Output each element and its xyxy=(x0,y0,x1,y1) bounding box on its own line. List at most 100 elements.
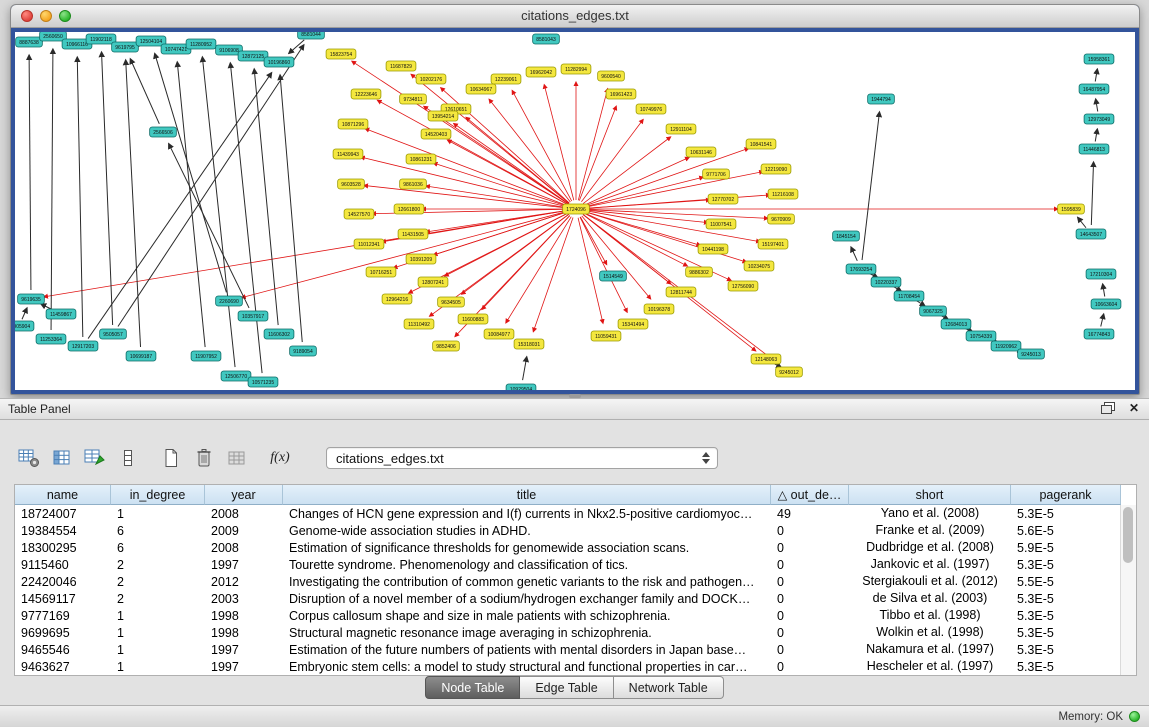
table-row[interactable]: 1872400712008Changes of HCN gene express… xyxy=(15,505,1136,522)
graph-node[interactable]: 12973049 xyxy=(1084,114,1114,124)
graph-node[interactable]: 10754339 xyxy=(966,331,996,341)
graph-edge[interactable] xyxy=(1096,99,1098,112)
graph-node[interactable]: 9603528 xyxy=(338,179,365,189)
graph-node[interactable]: 12964216 xyxy=(382,294,412,304)
graph-edge[interactable] xyxy=(289,40,304,54)
graph-edge[interactable] xyxy=(512,90,572,201)
graph-edge[interactable] xyxy=(582,216,651,299)
graph-node[interactable]: 1845154 xyxy=(833,231,860,241)
graph-edge[interactable] xyxy=(102,52,113,325)
graph-edge[interactable] xyxy=(155,53,227,292)
graph-node[interactable]: 10441198 xyxy=(698,244,728,254)
graph-edge[interactable] xyxy=(365,129,567,206)
graph-node[interactable]: 15318031 xyxy=(514,339,544,349)
table-selector-dropdown[interactable]: citations_edges.txt xyxy=(326,447,718,469)
graph-node[interactable]: 1514549 xyxy=(600,271,627,281)
graph-node[interactable]: 10196378 xyxy=(644,304,674,314)
graph-node[interactable]: 11687829 xyxy=(386,61,416,71)
import-table-icon[interactable] xyxy=(224,445,250,471)
table-scrollbar-thumb[interactable] xyxy=(1123,507,1133,563)
graph-node[interactable]: 10571235 xyxy=(248,377,278,387)
graph-node[interactable]: 12811744 xyxy=(666,287,696,297)
table-row[interactable]: 946362711997Embryonic stem cells: a mode… xyxy=(15,658,1136,675)
graph-node[interactable]: 9067325 xyxy=(920,306,947,316)
graph-node[interactable]: 10234075 xyxy=(744,261,774,271)
graph-edge[interactable] xyxy=(1101,314,1104,327)
graph-node[interactable]: 11446813 xyxy=(1079,144,1109,154)
graph-edge[interactable] xyxy=(177,62,205,347)
graph-node[interactable]: 10634967 xyxy=(466,84,496,94)
graph-edge[interactable] xyxy=(1095,129,1097,142)
graph-node[interactable]: 11431505 xyxy=(398,229,428,239)
graph-node[interactable]: 15958361 xyxy=(1084,54,1114,64)
graph-edge[interactable] xyxy=(22,308,27,319)
graph-node[interactable]: 9861036 xyxy=(400,179,427,189)
graph-node[interactable]: 17693254 xyxy=(846,264,876,274)
table-row[interactable]: 2242004622012Investigating the contribut… xyxy=(15,573,1136,590)
tab-node-table[interactable]: Node Table xyxy=(425,676,520,699)
table-mode-icon[interactable] xyxy=(16,445,42,471)
graph-node[interactable]: 9852406 xyxy=(433,341,460,351)
graph-edge[interactable] xyxy=(544,85,574,201)
graph-node[interactable]: 10202176 xyxy=(416,74,446,84)
graph-edge[interactable] xyxy=(489,99,570,202)
graph-edge[interactable] xyxy=(584,157,689,205)
network-graph-canvas[interactable]: 1724096106349671261065114520403108612319… xyxy=(15,32,1135,390)
graph-node[interactable]: 16962042 xyxy=(526,67,556,77)
graph-node[interactable]: 11216108 xyxy=(768,189,798,199)
graph-node[interactable]: 11920962 xyxy=(991,341,1021,351)
table-row[interactable]: 977716911998Corpus callosum shape and si… xyxy=(15,607,1136,624)
graph-node[interactable]: 10391209 xyxy=(406,254,436,264)
graph-node[interactable]: 10929504 xyxy=(506,384,536,390)
graph-edge[interactable] xyxy=(533,217,573,331)
graph-edge[interactable] xyxy=(583,137,671,204)
graph-node[interactable]: 11459867 xyxy=(46,309,76,319)
graph-node[interactable]: 10841541 xyxy=(746,139,776,149)
column-header-in-degree[interactable]: in_degree xyxy=(111,485,205,505)
table-row[interactable]: 1830029562008Estimation of significance … xyxy=(15,539,1136,556)
graph-node[interactable]: 10716251 xyxy=(366,267,396,277)
graph-node[interactable]: 9600540 xyxy=(598,71,625,81)
table-row[interactable]: 946554611997Estimation of the future num… xyxy=(15,641,1136,658)
graph-edge[interactable] xyxy=(169,144,249,308)
column-header-title[interactable]: title xyxy=(283,485,771,505)
graph-node[interactable]: 9245013 xyxy=(1018,349,1045,359)
graph-node[interactable]: 1595839 xyxy=(1058,204,1085,214)
graph-node[interactable]: 9505057 xyxy=(100,329,127,339)
graph-node[interactable]: 12506770 xyxy=(221,371,251,381)
graph-node[interactable]: 12756090 xyxy=(728,281,758,291)
graph-node[interactable]: 9670909 xyxy=(768,214,795,224)
graph-edge[interactable] xyxy=(280,75,302,342)
graph-node[interactable]: 10084977 xyxy=(484,329,514,339)
graph-node[interactable]: 11708454 xyxy=(894,291,924,301)
graph-node[interactable]: 17210304 xyxy=(1086,269,1116,279)
graph-edge[interactable] xyxy=(77,57,83,337)
graph-node[interactable]: 11007541 xyxy=(706,219,736,229)
graph-node[interactable]: 12807241 xyxy=(418,277,448,287)
graph-node[interactable]: 11280952 xyxy=(186,39,216,49)
graph-node[interactable]: 10220337 xyxy=(871,277,901,287)
graph-edge[interactable] xyxy=(585,210,708,223)
graph-node[interactable]: 15341494 xyxy=(618,319,648,329)
graph-node[interactable]: 9771706 xyxy=(703,169,730,179)
graph-node[interactable]: 11907952 xyxy=(191,351,221,361)
graph-node[interactable]: 15197401 xyxy=(758,239,788,249)
graph-node[interactable]: 12770702 xyxy=(708,194,738,204)
graph-node[interactable]: 12872125 xyxy=(238,51,268,61)
graph-edge[interactable] xyxy=(523,357,527,380)
graph-node[interactable]: 9189054 xyxy=(290,346,317,356)
graph-node[interactable]: 16774843 xyxy=(1084,329,1114,339)
graph-edge[interactable] xyxy=(1095,69,1097,82)
tab-edge-table[interactable]: Edge Table xyxy=(520,676,613,699)
graph-edge[interactable] xyxy=(1091,162,1093,225)
window-titlebar[interactable]: citations_edges.txt xyxy=(11,5,1139,28)
graph-node[interactable]: 12684013 xyxy=(941,319,971,329)
graph-node[interactable]: 12661800 xyxy=(394,204,424,214)
graph-node[interactable]: 14643507 xyxy=(1076,229,1106,239)
graph-edge[interactable] xyxy=(1103,284,1105,297)
table-row[interactable]: 1456911722003Disruption of a novel membe… xyxy=(15,590,1136,607)
graph-node[interactable]: 8887638 xyxy=(16,37,43,47)
graph-node[interactable]: 10663604 xyxy=(1091,299,1121,309)
graph-node[interactable]: 10196860 xyxy=(264,57,294,67)
column-header-pagerank[interactable]: pagerank xyxy=(1011,485,1121,505)
